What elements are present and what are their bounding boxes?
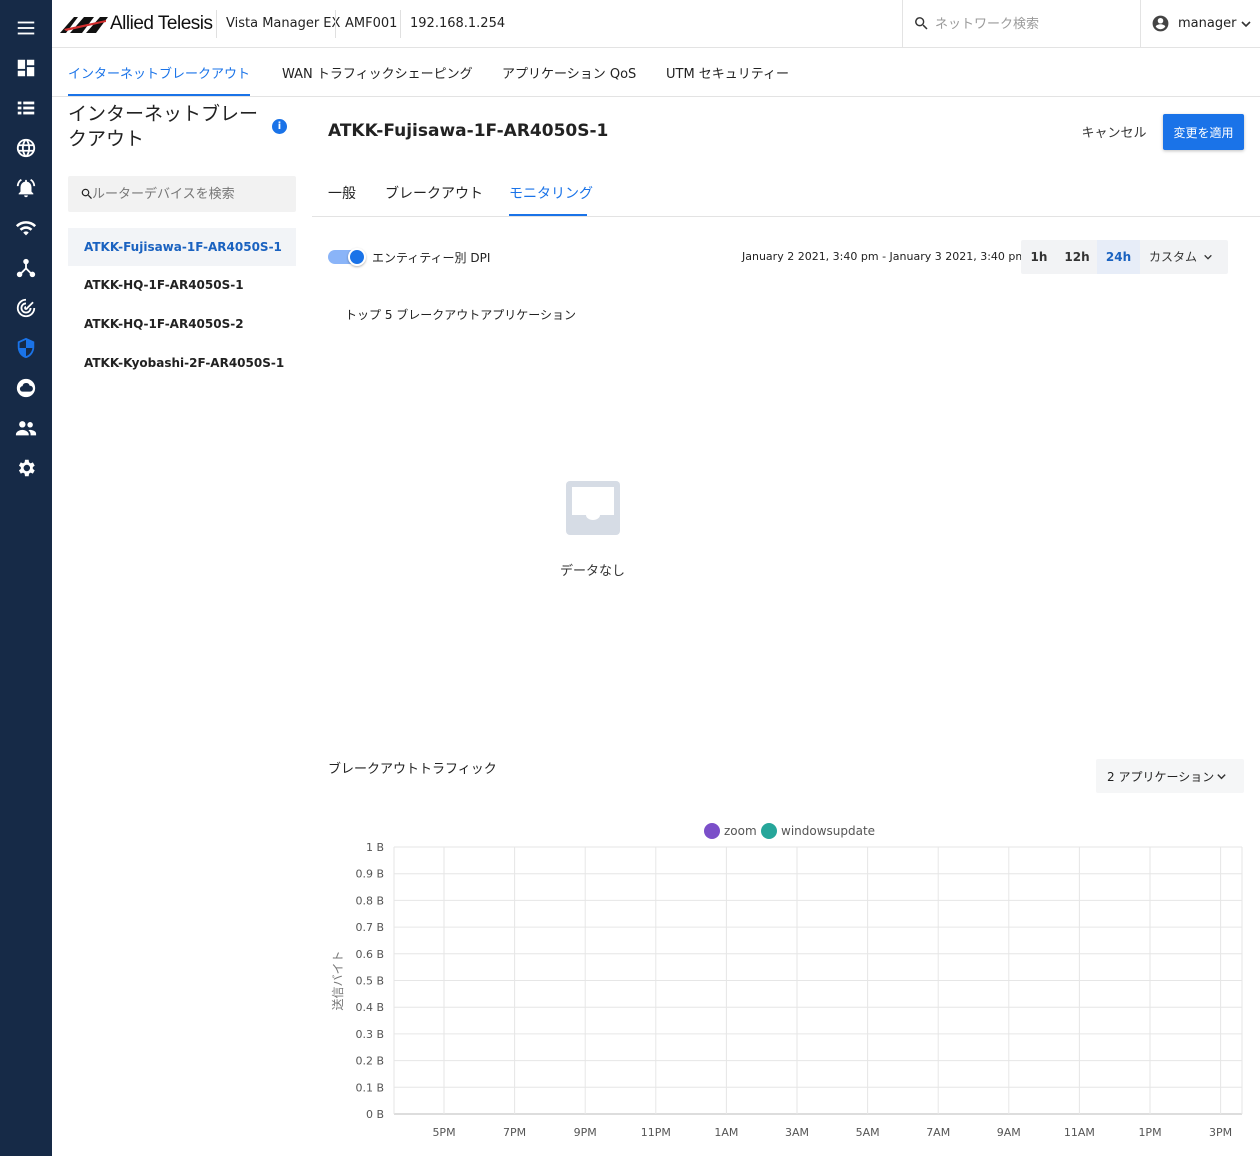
- apply-changes-button[interactable]: 変更を適用: [1163, 114, 1244, 150]
- y-tick-label: 0.8 B: [355, 894, 384, 907]
- x-tick-label: 11PM: [641, 1126, 671, 1139]
- menu-icon[interactable]: [14, 16, 38, 40]
- range-24h-button[interactable]: 24h: [1097, 240, 1140, 274]
- cloud-icon[interactable]: [14, 376, 38, 400]
- chevron-down-icon: [1217, 774, 1226, 780]
- device-item[interactable]: ATKK-HQ-1F-AR4050S-2: [68, 305, 296, 343]
- date-range: January 2 2021, 3:40 pm - January 3 2021…: [742, 250, 1027, 263]
- x-tick-label: 5PM: [432, 1126, 455, 1139]
- ip-address: 192.168.1.254: [410, 16, 506, 31]
- y-tick-label: 0.6 B: [355, 948, 384, 961]
- toggle-knob: [348, 248, 366, 266]
- x-tick-label: 1AM: [714, 1126, 738, 1139]
- globe-icon[interactable]: [14, 136, 38, 160]
- search-icon: [915, 17, 928, 30]
- tab-utm-security[interactable]: UTM セキュリティー: [666, 63, 789, 82]
- x-tick-label: 7AM: [926, 1126, 950, 1139]
- x-tick-label: 5AM: [856, 1126, 880, 1139]
- y-tick-label: 0.3 B: [355, 1028, 384, 1041]
- logo-mark-icon: [60, 17, 108, 33]
- range-custom-label: カスタム: [1149, 250, 1198, 264]
- time-range-selector: 1h 12h 24h カスタム: [1021, 240, 1228, 274]
- device-title: ATKK-Fujisawa-1F-AR4050S-1: [328, 121, 609, 141]
- x-tick-label: 3PM: [1209, 1126, 1232, 1139]
- product-name: Vista Manager EX: [226, 16, 341, 31]
- y-tick-label: 0.7 B: [355, 921, 384, 934]
- shield-icon[interactable]: [14, 336, 38, 360]
- device-search: [68, 176, 296, 212]
- device-item[interactable]: ATKK-Fujisawa-1F-AR4050S-1: [68, 228, 296, 266]
- top5-title: トップ 5 ブレークアウトアプリケーション: [345, 308, 577, 322]
- radar-icon[interactable]: [14, 296, 38, 320]
- range-1h-button[interactable]: 1h: [1021, 240, 1057, 274]
- y-tick-label: 0.5 B: [355, 975, 384, 988]
- list-icon[interactable]: [14, 96, 38, 120]
- range-custom-button[interactable]: カスタム: [1140, 240, 1228, 274]
- traffic-title: ブレークアウトトラフィック: [328, 762, 497, 777]
- device-tabs: 一般 ブレークアウト モニタリング: [312, 170, 1260, 217]
- chevron-down-icon: [1204, 254, 1212, 260]
- x-tick-label: 1PM: [1138, 1126, 1161, 1139]
- topology-icon[interactable]: [14, 256, 38, 280]
- y-axis-label: 送信バイト: [330, 950, 345, 1010]
- account-icon: [1152, 15, 1169, 32]
- chevron-down-icon: [1241, 21, 1251, 28]
- tab-monitoring[interactable]: モニタリング: [509, 183, 593, 203]
- divider: [400, 10, 401, 38]
- y-tick-label: 0.4 B: [355, 1001, 384, 1014]
- allied-telesis-logo[interactable]: Allied Telesis: [60, 12, 213, 36]
- wifi-icon[interactable]: [14, 216, 38, 240]
- tab-internet-breakout[interactable]: インターネットブレークアウト: [68, 63, 250, 82]
- x-tick-label: 9AM: [997, 1126, 1021, 1139]
- feature-tabs: インターネットブレークアウト WAN トラフィックシェーピング アプリケーション…: [52, 48, 1260, 97]
- no-data-text: データなし: [560, 564, 626, 579]
- dpi-toggle-label: エンティティー別 DPI: [372, 251, 491, 265]
- x-tick-label: 7PM: [503, 1126, 526, 1139]
- alarm-icon[interactable]: [14, 176, 38, 200]
- y-tick-label: 0.1 B: [355, 1081, 384, 1094]
- device-item[interactable]: ATKK-HQ-1F-AR4050S-1: [68, 266, 296, 304]
- y-tick-label: 0.9 B: [355, 868, 384, 881]
- cancel-button[interactable]: キャンセル: [1074, 114, 1154, 148]
- divider: [216, 10, 217, 38]
- network-search-input[interactable]: [935, 13, 1125, 35]
- application-select-value: 2 アプリケーション: [1107, 770, 1215, 784]
- x-tick-label: 3AM: [785, 1126, 809, 1139]
- tab-general[interactable]: 一般: [328, 183, 356, 203]
- user-name: manager: [1178, 16, 1237, 31]
- application-select[interactable]: 2 アプリケーション: [1096, 759, 1244, 793]
- brand-name: Allied Telesis: [110, 13, 213, 34]
- y-tick-label: 0.2 B: [355, 1055, 384, 1068]
- x-tick-label: 11AM: [1064, 1126, 1095, 1139]
- network-name[interactable]: AMF001: [345, 16, 397, 31]
- user-menu[interactable]: manager: [1140, 0, 1260, 47]
- dpi-toggle[interactable]: [328, 248, 366, 266]
- y-tick-label: 0 B: [366, 1108, 384, 1121]
- nav-rail: [0, 0, 52, 1156]
- people-icon[interactable]: [14, 416, 38, 440]
- network-search: [902, 0, 1140, 47]
- y-tick-label: 1 B: [366, 841, 384, 854]
- info-icon[interactable]: i: [272, 119, 287, 134]
- tab-application-qos[interactable]: アプリケーション QoS: [502, 63, 636, 82]
- top-bar: Allied Telesis Vista Manager EX AMF001 1…: [52, 0, 1260, 48]
- empty-inbox-icon: [566, 481, 620, 535]
- tab-wan-traffic-shaping[interactable]: WAN トラフィックシェーピング: [282, 63, 473, 82]
- divider: [335, 10, 336, 38]
- range-12h-button[interactable]: 12h: [1057, 240, 1097, 274]
- panel-title: インターネットブレークアウト: [68, 103, 259, 150]
- gear-icon[interactable]: [14, 456, 38, 480]
- x-tick-label: 9PM: [574, 1126, 597, 1139]
- device-search-input[interactable]: [92, 184, 288, 204]
- active-tab-indicator: [509, 214, 587, 216]
- dashboard-icon[interactable]: [14, 56, 38, 80]
- device-item[interactable]: ATKK-Kyobashi-2F-AR4050S-1: [68, 344, 296, 382]
- traffic-chart: 0 B 0.1 B 0.2 B 0.3 B 0.4 B 0.5 B 0.6 B 0.7 B 0.…: [330, 841, 1243, 1139]
- active-tab-indicator: [68, 94, 250, 96]
- tab-breakout[interactable]: ブレークアウト: [385, 183, 483, 203]
